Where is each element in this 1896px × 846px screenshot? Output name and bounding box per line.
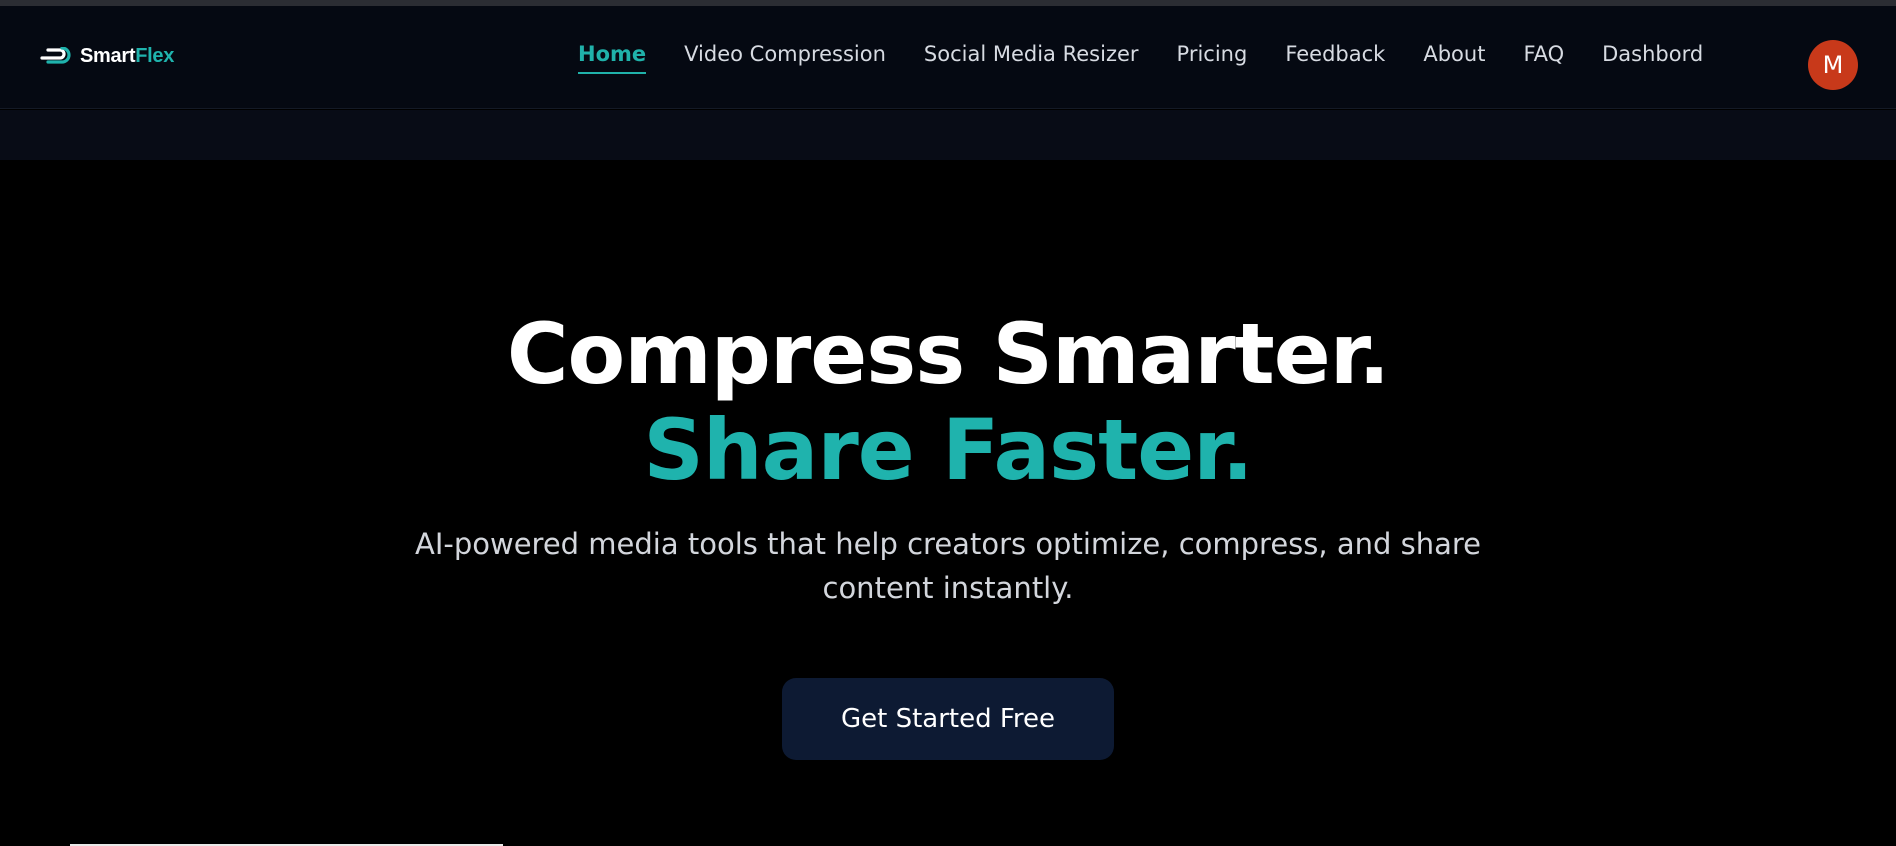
main-nav: Home Video Compression Social Media Resi…	[578, 42, 1703, 74]
hero-headline-line1: Compress Smarter.	[506, 305, 1390, 403]
top-navbar: SmartFlex Home Video Compression Social …	[0, 6, 1896, 109]
hero-headline-line2: Share Faster.	[643, 401, 1253, 499]
nav-item-social-media-resizer[interactable]: Social Media Resizer	[924, 42, 1139, 74]
hero-subtitle: AI-powered media tools that help creator…	[414, 527, 1481, 605]
nav-item-pricing[interactable]: Pricing	[1177, 42, 1248, 74]
get-started-button[interactable]: Get Started Free	[782, 678, 1114, 760]
nav-item-dashboard[interactable]: Dashbord	[1602, 42, 1703, 74]
logo-mark-icon	[40, 47, 71, 64]
nav-item-about[interactable]: About	[1423, 42, 1485, 74]
secondary-bar	[0, 110, 1896, 160]
brand-name: SmartFlex	[80, 45, 174, 68]
user-avatar[interactable]: M	[1808, 40, 1858, 90]
brand-logo[interactable]: SmartFlex	[40, 44, 174, 68]
nav-item-faq[interactable]: FAQ	[1523, 42, 1564, 74]
nav-item-video-compression[interactable]: Video Compression	[684, 42, 886, 74]
hero-section: Compress Smarter. Share Faster. AI-power…	[0, 160, 1896, 760]
nav-item-home[interactable]: Home	[578, 42, 647, 74]
nav-item-feedback[interactable]: Feedback	[1285, 42, 1385, 74]
brand-name-part1: Smart	[80, 44, 136, 67]
brand-name-part2: Flex	[135, 44, 175, 67]
